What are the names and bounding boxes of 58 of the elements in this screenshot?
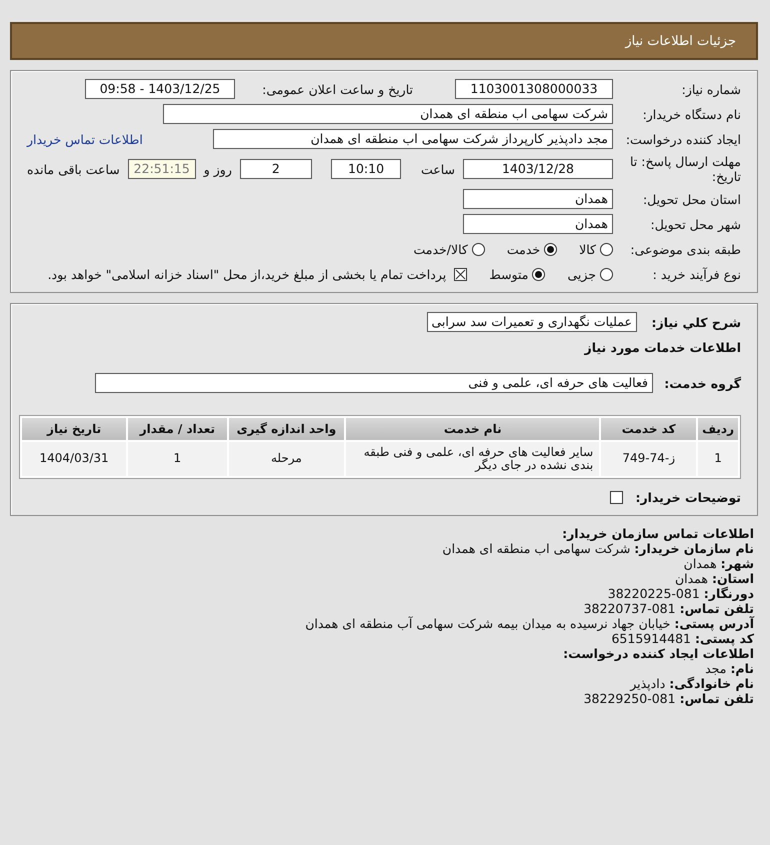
field-value: 10:10 — [331, 159, 402, 179]
contact-line: نام خانوادگی: دادپذیر — [628, 676, 754, 691]
table-cell: مرحله — [228, 442, 344, 476]
table-cell: 1 — [698, 442, 738, 476]
buyer-contact-link[interactable]: اطلاعات تماس خریدار — [27, 132, 143, 146]
field-value: شرکت سهامی اب منطقه ای همدان — [163, 104, 613, 124]
column-header: تعداد / مقدار — [128, 418, 227, 440]
radio-option[interactable]: کالا — [579, 242, 613, 256]
table-cell: 1 — [128, 442, 227, 476]
field-value: 22:51:15 — [128, 159, 196, 179]
field-value: 1403/12/25 - 09:58 — [85, 79, 235, 99]
radio-option[interactable]: خدمت — [506, 242, 558, 256]
field-value: 1103001308000033 — [455, 79, 613, 99]
field-label: گروه خدمت: — [663, 376, 741, 390]
page-header: جزئیات اطلاعات نیاز — [10, 22, 758, 60]
contact-line: شهر: همدان — [682, 556, 754, 571]
field-label: توضیحات خریدار: — [634, 490, 741, 504]
field-label: تاریخ و ساعت اعلان عمومی: — [261, 82, 413, 96]
field-label: نام دستگاه خریدار: — [642, 106, 741, 122]
field-label: استان محل تحویل: — [642, 192, 741, 206]
field-value: عملیات نگهداری و تعمیرات سد سرابی — [426, 312, 637, 332]
field-value: مجد دادپذیر کارپرداز شرکت سهامی اب منطقه ای همدان — [213, 129, 613, 149]
checkbox[interactable] — [454, 268, 468, 280]
section-title: اطلاعات خدمات مورد نیاز — [583, 340, 741, 355]
radio-option[interactable]: کالا/خدمت — [413, 242, 485, 256]
table-cell: ز-74-749 — [601, 442, 696, 476]
column-header: کد خدمت — [601, 418, 696, 440]
column-header: واحد اندازه گیری — [228, 418, 344, 440]
field-label: ساعت باقی مانده — [27, 162, 120, 176]
field-label: شهر محل تحویل: — [650, 216, 741, 232]
field-label: شرح كلي نیاز: — [650, 314, 741, 330]
checkbox[interactable] — [610, 490, 623, 504]
radio-option[interactable]: متوسط — [489, 266, 546, 282]
field-label: ساعت — [420, 162, 455, 176]
field-label: طبقه بندی موضوعی: — [629, 242, 741, 256]
field-value: همدان — [463, 214, 613, 234]
field-label: ایجاد کننده درخواست: — [624, 132, 741, 146]
treasury-note: پرداخت تمام یا بخشی از مبلغ خرید،از محل "اسناد خزانه اسلامی" خواهد بود. — [48, 266, 446, 282]
field-value: 1403/12/28 — [463, 159, 613, 179]
table-cell: 1404/03/31 — [22, 442, 126, 476]
contact-line: نام: مجد — [704, 661, 754, 676]
contact-line: آدرس پستی: خیابان جهاد نرسیده به میدان بیمه شرکت سهامی آب منطقه ای همدان — [304, 616, 754, 631]
contact-heading: اطلاعات ایجاد کننده درخواست: — [562, 646, 754, 661]
column-header: نام خدمت — [346, 418, 600, 440]
table-cell: سایر فعالیت های حرفه ای، علمی و فنی طبقه بندی نشده در جای دیگر — [346, 442, 600, 476]
column-header: ردیف — [698, 418, 738, 440]
field-label: نوع فرآیند خرید : — [652, 266, 741, 282]
field-label: مهلت ارسال پاسخ: تا تاریخ: — [629, 154, 741, 184]
field-label: روز و — [204, 162, 232, 176]
field-value: 2 — [240, 159, 312, 179]
field-value: همدان — [463, 189, 613, 209]
contact-line: نام سازمان خریدار: شرکت سهامی اب منطقه ای همدان — [441, 541, 754, 556]
radio-option[interactable]: جزیی — [567, 266, 613, 282]
field-label: شماره نیاز: — [680, 82, 741, 96]
contact-heading: اطلاعات تماس سازمان خریدار: — [561, 526, 754, 541]
contact-line: استان: همدان — [674, 571, 754, 586]
field-value: فعالیت های حرفه ای، علمی و فنی — [95, 373, 653, 393]
column-header: تاریخ نیاز — [22, 418, 126, 440]
